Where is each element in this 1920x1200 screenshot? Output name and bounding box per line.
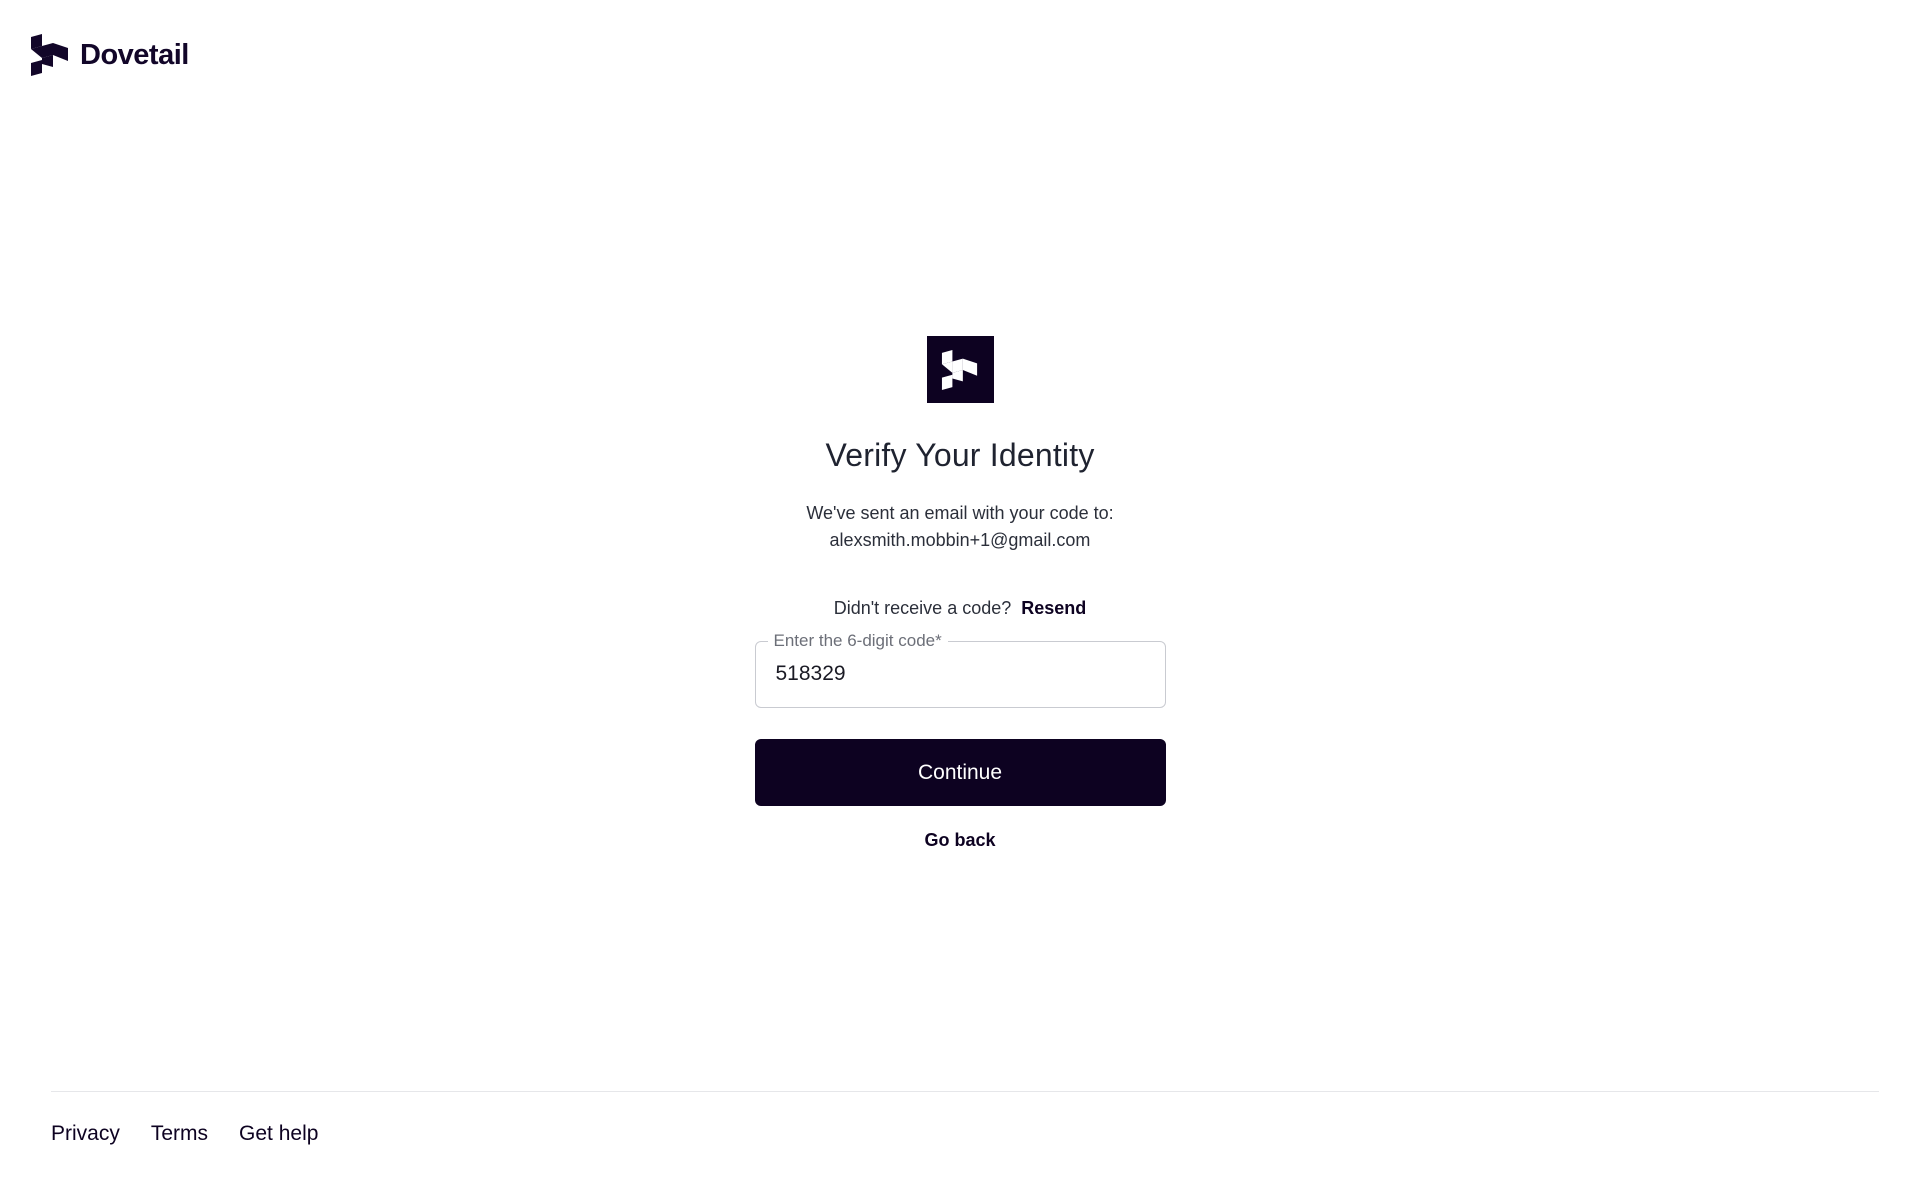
code-field: Enter the 6-digit code* bbox=[754, 632, 1166, 708]
code-input[interactable] bbox=[756, 643, 1162, 705]
email-sent-message: We've sent an email with your code to: a… bbox=[806, 500, 1113, 554]
brand-logo[interactable]: Dovetail bbox=[30, 34, 189, 76]
dovetail-logo-icon bbox=[926, 336, 994, 403]
footer-links: Privacy Terms Get help bbox=[51, 1122, 318, 1146]
footer-divider bbox=[51, 1091, 1879, 1092]
go-back-button[interactable]: Go back bbox=[924, 830, 995, 851]
verify-card: Verify Your Identity We've sent an email… bbox=[0, 336, 1920, 851]
email-address: alexsmith.mobbin+1@gmail.com bbox=[829, 530, 1091, 550]
resend-button[interactable]: Resend bbox=[1021, 598, 1086, 619]
page-title: Verify Your Identity bbox=[825, 437, 1095, 473]
resend-prompt: Didn't receive a code? bbox=[833, 598, 1012, 618]
brand-name: Dovetail bbox=[80, 38, 189, 71]
footer-link-privacy[interactable]: Privacy bbox=[51, 1122, 120, 1146]
email-sent-text: We've sent an email with your code to: bbox=[806, 503, 1114, 523]
footer-link-get-help[interactable]: Get help bbox=[239, 1122, 318, 1146]
resend-row: Didn't receive a code? Resend bbox=[834, 598, 1087, 619]
dovetail-logo-icon bbox=[30, 34, 70, 76]
continue-button[interactable]: Continue bbox=[754, 739, 1166, 806]
page: Dovetail Verify Your Identity We've sent… bbox=[0, 0, 1920, 1200]
footer-link-terms[interactable]: Terms bbox=[151, 1122, 208, 1146]
